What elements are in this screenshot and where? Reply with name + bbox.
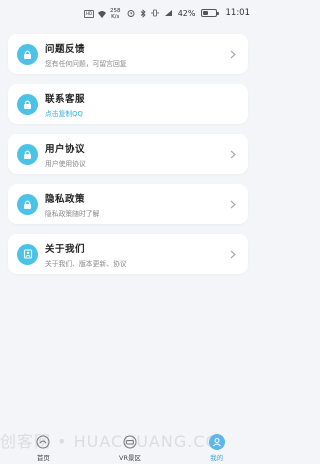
menu-item-subtitle: 用户使用协议 — [45, 159, 86, 168]
menu-item-subtitle: 隐私政策随时了解 — [45, 209, 100, 218]
battery-percent: 42% — [177, 8, 196, 18]
status-bar: HD 258 K/s 42% 11:01 — [0, 0, 260, 26]
menu-item-user-agreement[interactable]: 用户协议 用户使用协议 — [8, 134, 248, 174]
menu-item-subtitle: 关于我们、版本更新、协议 — [45, 259, 127, 268]
chevron-right-icon — [228, 149, 238, 159]
info-icon — [17, 243, 38, 265]
menu-item-title: 联系客服 — [45, 93, 86, 105]
tab-profile[interactable]: 我的 — [177, 434, 257, 462]
tab-home[interactable]: 首页 — [3, 434, 83, 462]
menu-item-customer-service[interactable]: 联系客服 点击复制QQ — [8, 84, 248, 124]
clock: 11:01 — [225, 8, 251, 18]
menu-item-about-us[interactable]: 关于我们 关于我们、版本更新、协议 — [8, 234, 248, 274]
alarm-icon — [127, 10, 135, 17]
wifi-icon — [98, 10, 106, 18]
profile-icon — [208, 434, 225, 450]
lock-icon — [17, 143, 38, 165]
bluetooth-icon — [140, 8, 146, 18]
chevron-right-icon — [228, 249, 238, 259]
menu-item-feedback[interactable]: 问题反馈 您有任何问题，可留言回复 — [8, 34, 248, 74]
tab-label: 首页 — [36, 454, 50, 462]
lock-icon — [17, 43, 38, 65]
battery-icon — [200, 9, 219, 17]
menu-item-privacy-policy[interactable]: 隐私政策 隐私政策随时了解 — [8, 184, 248, 224]
menu-item-title: 隐私政策 — [45, 193, 86, 205]
lock-icon — [17, 193, 38, 215]
tab-vr-scenic[interactable]: VR景区 — [90, 434, 170, 462]
vibrate-icon — [151, 9, 159, 17]
settings-menu: 问题反馈 您有任何问题，可留言回复 联系客服 点击复制QQ 用户协议 用户使用协… — [8, 34, 248, 284]
menu-item-title: 问题反馈 — [45, 43, 86, 55]
network-speed: 258 K/s — [110, 8, 121, 20]
chevron-right-icon — [228, 199, 238, 209]
vr-icon — [122, 434, 138, 450]
chevron-right-icon — [228, 49, 238, 59]
home-icon — [35, 434, 51, 450]
signal-icon — [164, 10, 172, 16]
status-left-icons: HD 258 K/s — [84, 8, 121, 20]
menu-item-title: 用户协议 — [45, 143, 86, 155]
tab-label: VR景区 — [119, 454, 141, 462]
menu-item-title: 关于我们 — [45, 243, 86, 255]
sim-icon: HD — [84, 10, 94, 18]
menu-item-subtitle: 您有任何问题，可留言回复 — [45, 59, 127, 68]
tab-label: 我的 — [210, 454, 224, 462]
copy-qq-link[interactable]: 点击复制QQ — [45, 108, 238, 118]
lock-icon — [17, 93, 38, 115]
bottom-tab-bar: 首页 VR景区 我的 — [0, 430, 260, 464]
